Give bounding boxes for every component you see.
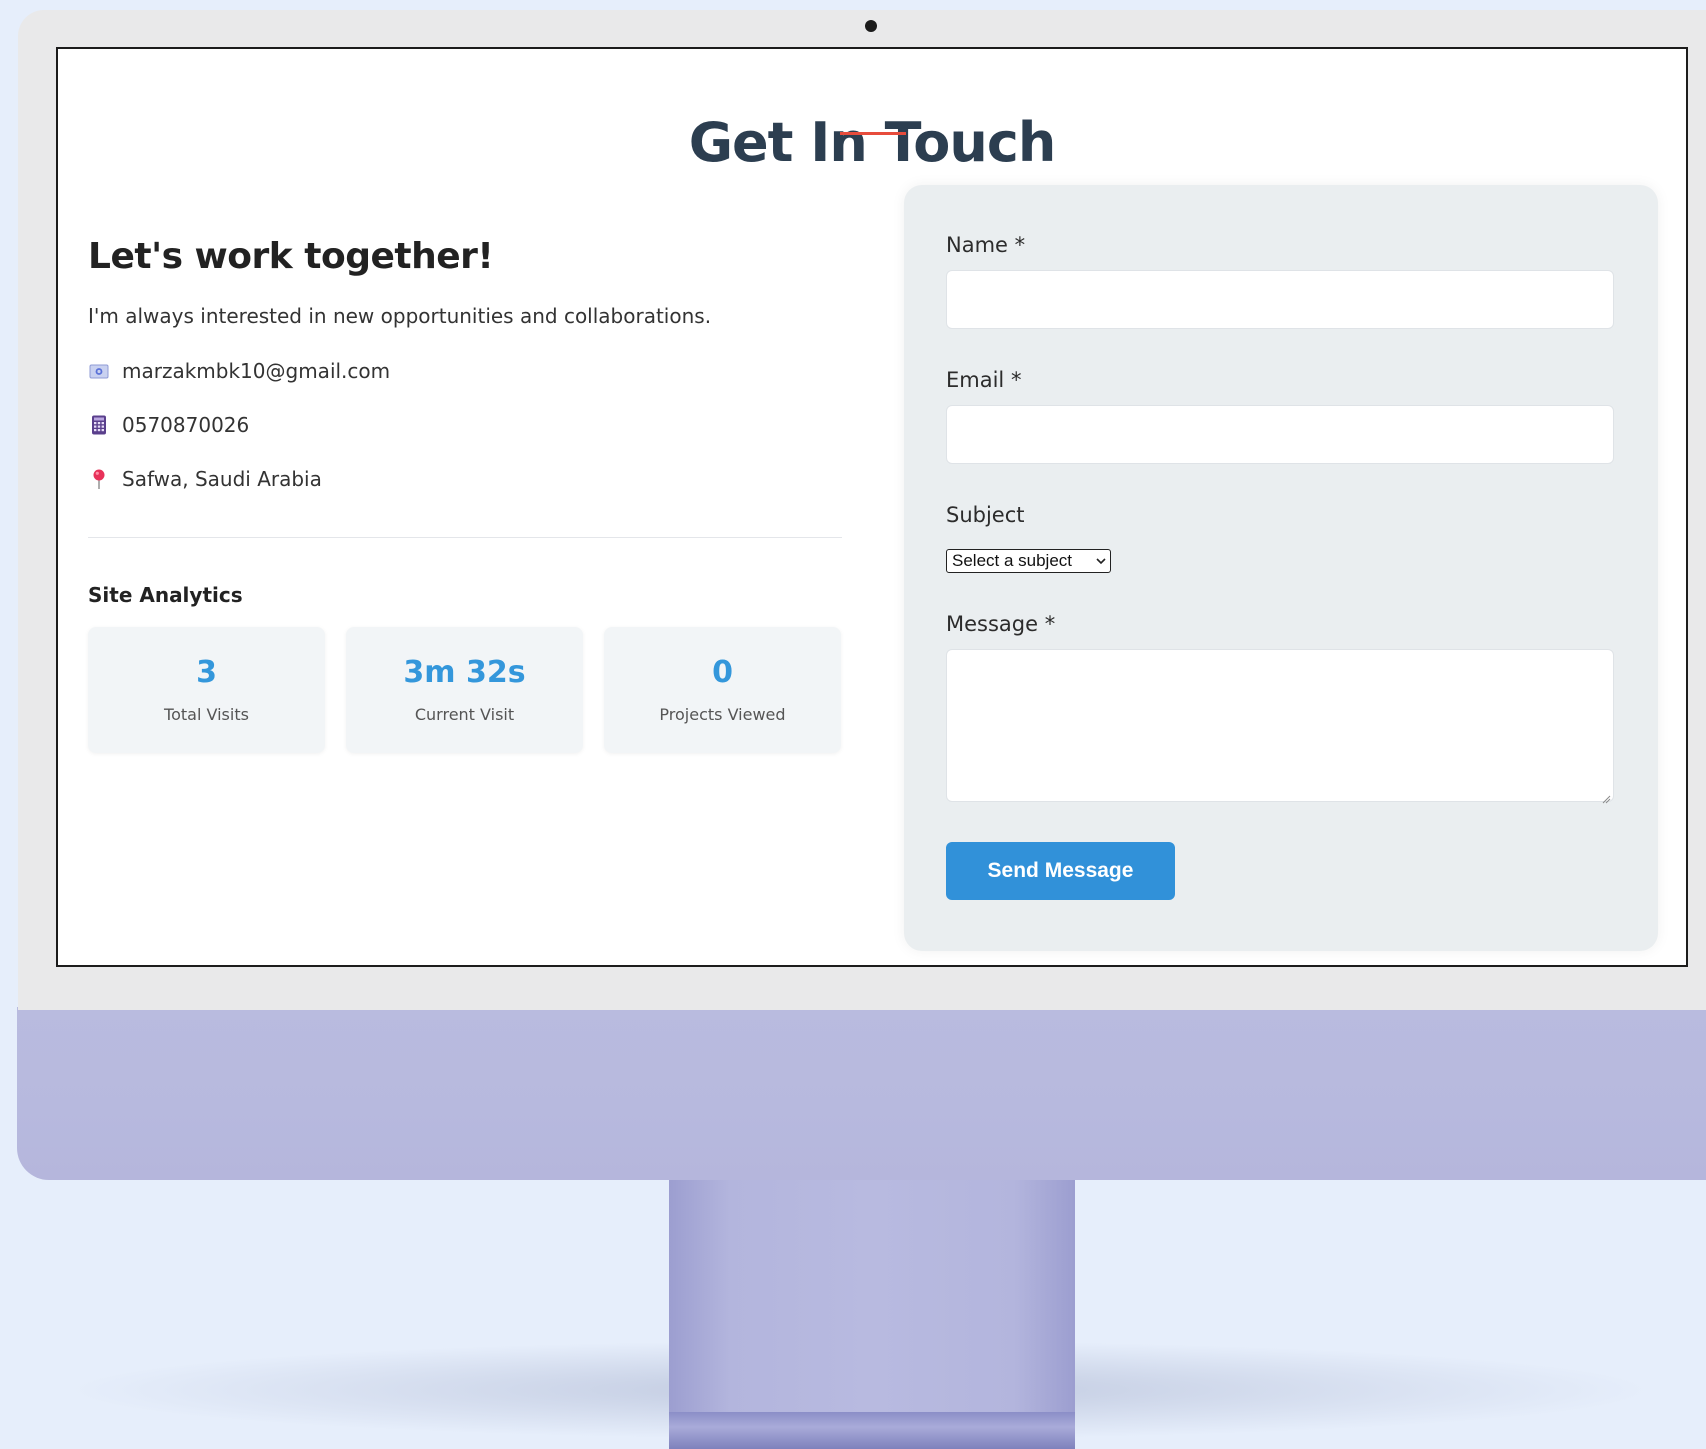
message-textarea[interactable]	[946, 649, 1614, 804]
monitor-screen: Get In Touch Let's work together! I'm al…	[56, 47, 1688, 967]
name-label: Name *	[946, 233, 1026, 257]
stat-value: 0	[712, 655, 733, 690]
contact-email: marzakmbk10@gmail.com	[88, 359, 390, 383]
contact-email-text[interactable]: marzakmbk10@gmail.com	[122, 359, 390, 383]
intro-heading: Let's work together!	[88, 236, 494, 277]
stat-label: Total Visits	[164, 705, 249, 724]
section-divider	[88, 537, 842, 538]
contact-phone-text[interactable]: 0570870026	[122, 413, 249, 437]
email-label: Email *	[946, 368, 1022, 392]
monitor-chin	[17, 1007, 1706, 1180]
stat-card-total-visits: 3 Total Visits	[88, 627, 325, 753]
stat-value: 3	[196, 655, 217, 690]
contact-location: Safwa, Saudi Arabia	[88, 467, 322, 491]
send-message-button[interactable]: Send Message	[946, 842, 1175, 900]
contact-phone: 0570870026	[88, 413, 249, 437]
monitor-stand	[669, 1180, 1075, 1449]
intro-text: I'm always interested in new opportuniti…	[88, 304, 712, 328]
envelope-icon	[88, 360, 110, 382]
monitor-stand-foot	[669, 1412, 1075, 1449]
stat-value: 3m 32s	[403, 655, 526, 690]
subject-select-value: Select a subject	[952, 551, 1073, 570]
phone-icon	[88, 414, 110, 436]
camera-icon	[865, 20, 877, 32]
stat-label: Current Visit	[414, 705, 515, 724]
pin-icon	[88, 468, 110, 490]
subject-label: Subject	[946, 503, 1025, 527]
contact-form: Name * Email * Subject Select a subject …	[904, 185, 1658, 951]
subject-select[interactable]: Select a subject	[946, 549, 1111, 573]
page-title: Get In Touch	[688, 111, 1057, 174]
analytics-heading: Site Analytics	[88, 583, 243, 607]
title-underline	[840, 132, 906, 135]
chevron-down-icon	[1092, 552, 1110, 570]
stat-card-current-visit: 3m 32s Current Visit	[346, 627, 583, 753]
resize-handle-icon[interactable]	[1601, 789, 1611, 804]
stat-label: Projects Viewed	[659, 705, 786, 724]
contact-location-text: Safwa, Saudi Arabia	[122, 467, 322, 491]
email-field[interactable]	[946, 405, 1614, 464]
message-label: Message *	[946, 612, 1056, 636]
name-field[interactable]	[946, 270, 1614, 329]
stat-card-projects-viewed: 0 Projects Viewed	[604, 627, 841, 753]
